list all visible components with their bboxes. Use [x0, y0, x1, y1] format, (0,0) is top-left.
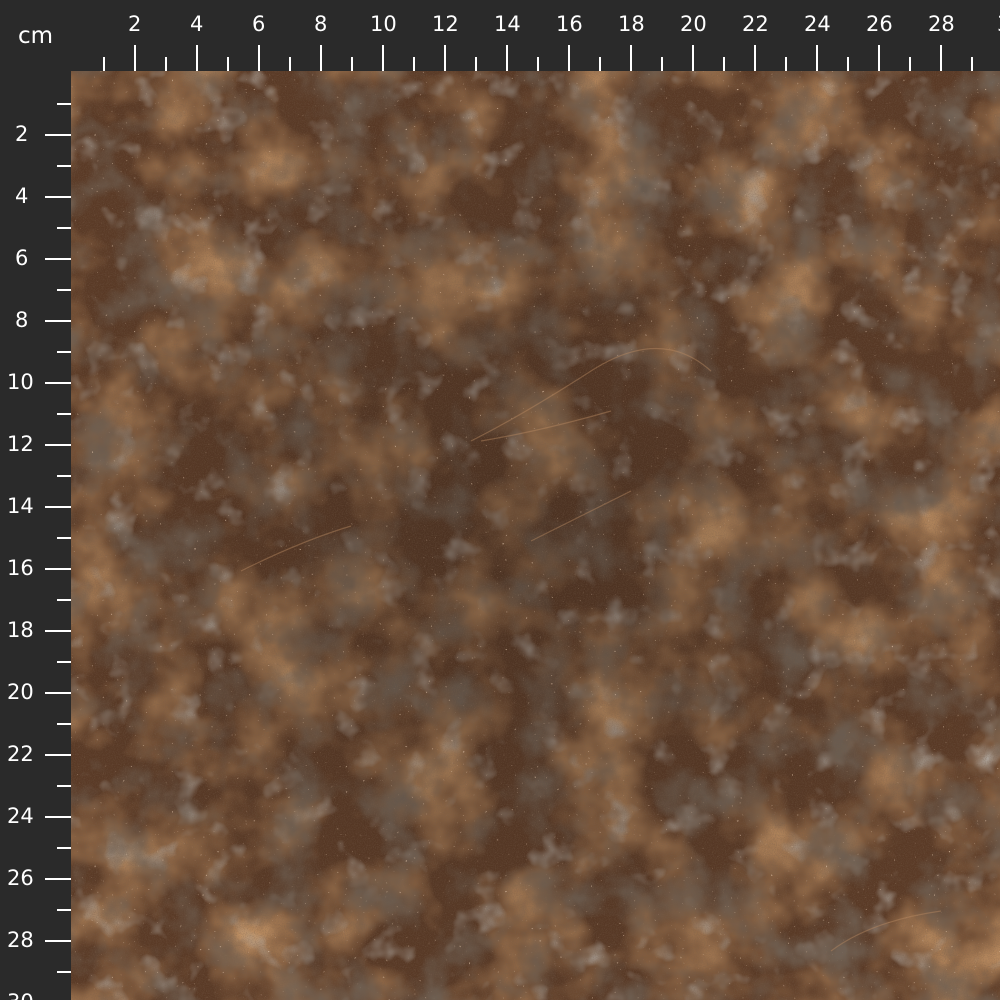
unit-label: cm	[0, 0, 71, 71]
ruler-left-label: 20	[7, 680, 34, 704]
ruler-left-label: 12	[7, 432, 34, 456]
ruler-left-label: 8	[15, 308, 29, 332]
ruler-minor-tick	[57, 909, 71, 911]
ruler-major-tick	[45, 568, 71, 570]
ruler-minor-tick	[599, 57, 601, 71]
ruler-top-label: 8	[314, 12, 328, 36]
ruler-minor-tick	[537, 57, 539, 71]
ruler-major-tick	[45, 382, 71, 384]
ruler-minor-tick	[57, 723, 71, 725]
ruler-left-label: 18	[7, 618, 34, 642]
ruler-major-tick	[45, 816, 71, 818]
fabric-swatch-image	[71, 71, 1000, 1000]
ruler-minor-tick	[227, 57, 229, 71]
horizontal-ruler: 2468101214161820222426283	[71, 0, 1000, 71]
ruler-minor-tick	[57, 103, 71, 105]
ruler-minor-tick	[57, 537, 71, 539]
ruler-top-label: 28	[928, 12, 955, 36]
ruler-major-tick	[940, 45, 942, 71]
ruler-left-label: 22	[7, 742, 34, 766]
ruler-left-label: 10	[7, 370, 34, 394]
ruler-minor-tick	[57, 661, 71, 663]
ruler-top-label: 2	[128, 12, 142, 36]
ruler-minor-tick	[57, 847, 71, 849]
ruler-major-tick	[45, 506, 71, 508]
ruler-minor-tick	[909, 57, 911, 71]
ruler-major-tick	[506, 45, 508, 71]
ruler-left-label: 30	[7, 992, 34, 1000]
ruler-top-label: 26	[866, 12, 893, 36]
ruler-minor-tick	[57, 599, 71, 601]
ruler-major-tick	[45, 754, 71, 756]
ruler-major-tick	[45, 692, 71, 694]
ruler-major-tick	[692, 45, 694, 71]
ruler-major-tick	[630, 45, 632, 71]
ruler-major-tick	[45, 940, 71, 942]
ruler-major-tick	[45, 320, 71, 322]
vertical-ruler: 24681012141618202224262830	[0, 71, 71, 1000]
ruler-minor-tick	[413, 57, 415, 71]
ruler-major-tick	[45, 878, 71, 880]
ruler-minor-tick	[57, 351, 71, 353]
ruler-major-tick	[754, 45, 756, 71]
ruler-left-label: 24	[7, 804, 34, 828]
ruler-major-tick	[444, 45, 446, 71]
ruler-minor-tick	[57, 971, 71, 973]
ruler-minor-tick	[165, 57, 167, 71]
ruler-minor-tick	[785, 57, 787, 71]
ruler-minor-tick	[57, 475, 71, 477]
ruler-minor-tick	[475, 57, 477, 71]
ruler-left-label: 14	[7, 494, 34, 518]
ruler-top-label: 14	[494, 12, 521, 36]
ruler-left-label: 2	[15, 122, 29, 146]
ruler-minor-tick	[57, 289, 71, 291]
ruler-top-label: 6	[252, 12, 266, 36]
ruler-major-tick	[45, 134, 71, 136]
ruler-minor-tick	[723, 57, 725, 71]
ruler-minor-tick	[103, 57, 105, 71]
ruler-minor-tick	[351, 57, 353, 71]
ruler-major-tick	[196, 45, 198, 71]
ruler-top-label: 16	[556, 12, 583, 36]
ruler-top-label: 10	[370, 12, 397, 36]
ruler-top-label: 20	[680, 12, 707, 36]
ruler-major-tick	[568, 45, 570, 71]
rust-texture-graphic	[71, 71, 1000, 1000]
ruler-major-tick	[320, 45, 322, 71]
ruler-minor-tick	[971, 57, 973, 71]
ruler-left-label: 16	[7, 556, 34, 580]
ruler-left-label: 6	[15, 246, 29, 270]
ruler-top-label: 22	[742, 12, 769, 36]
ruler-minor-tick	[661, 57, 663, 71]
ruler-major-tick	[816, 45, 818, 71]
ruler-major-tick	[45, 444, 71, 446]
ruler-major-tick	[45, 258, 71, 260]
ruler-major-tick	[382, 45, 384, 71]
ruler-major-tick	[134, 45, 136, 71]
ruler-major-tick	[258, 45, 260, 71]
ruler-left-label: 4	[15, 184, 29, 208]
ruler-top-label: 4	[190, 12, 204, 36]
ruler-minor-tick	[57, 227, 71, 229]
ruler-minor-tick	[57, 165, 71, 167]
ruler-top-label: 18	[618, 12, 645, 36]
ruler-top-label: 12	[432, 12, 459, 36]
ruler-major-tick	[45, 196, 71, 198]
ruler-major-tick	[878, 45, 880, 71]
ruler-minor-tick	[289, 57, 291, 71]
ruler-minor-tick	[57, 785, 71, 787]
ruler-left-label: 28	[7, 928, 34, 952]
ruler-top-label: 24	[804, 12, 831, 36]
ruler-left-label: 26	[7, 866, 34, 890]
ruler-minor-tick	[57, 413, 71, 415]
ruler-major-tick	[45, 630, 71, 632]
ruler-minor-tick	[847, 57, 849, 71]
